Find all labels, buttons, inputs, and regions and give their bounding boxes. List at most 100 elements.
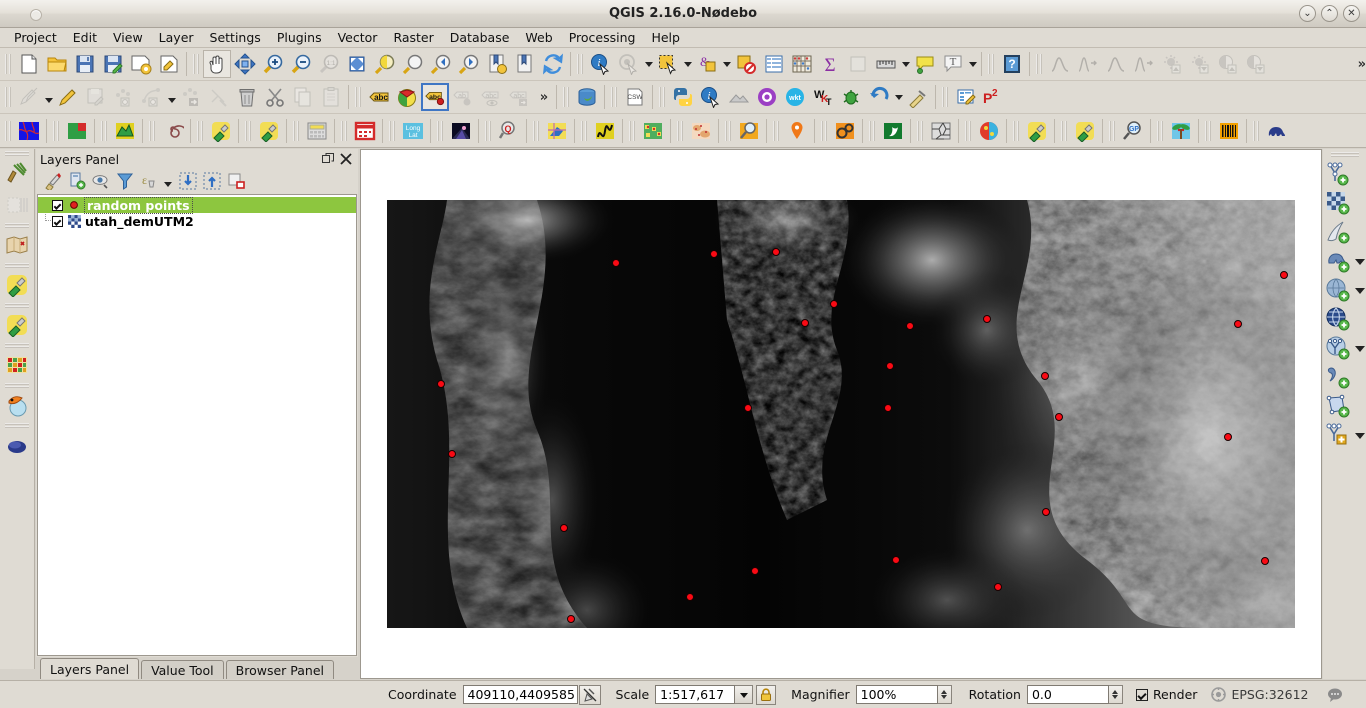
- layer-visibility-checkbox[interactable]: [52, 199, 63, 211]
- map-point-feature[interactable]: [567, 615, 575, 623]
- feature-action-dropdown[interactable]: [643, 51, 654, 77]
- close-icon[interactable]: [340, 153, 352, 165]
- map-point-feature[interactable]: [560, 524, 568, 532]
- menu-raster[interactable]: Raster: [385, 28, 441, 47]
- elephant-plugin-icon[interactable]: [1263, 117, 1291, 145]
- add-wfs-layer-icon[interactable]: [1323, 333, 1366, 362]
- menu-settings[interactable]: Settings: [202, 28, 269, 47]
- scale-dropdown[interactable]: [735, 685, 754, 704]
- dock-grip[interactable]: [1330, 151, 1359, 158]
- tunnel-plugin-icon[interactable]: [447, 117, 475, 145]
- add-vector-layer-icon[interactable]: [1323, 159, 1366, 188]
- toolbar-grip[interactable]: [100, 119, 109, 143]
- zoom-to-selection-icon[interactable]: [371, 50, 399, 78]
- palm-plugin-icon[interactable]: [1167, 117, 1195, 145]
- toolbar-grip[interactable]: [941, 85, 950, 109]
- run-feature-action-icon[interactable]: [615, 50, 643, 78]
- crs-label[interactable]: EPSG:32612: [1231, 687, 1308, 702]
- toolbar-grip[interactable]: [987, 52, 996, 76]
- move-feature-icon[interactable]: [177, 83, 205, 111]
- spatialite-dropdown[interactable]: [1354, 278, 1366, 302]
- plugin-bug-icon[interactable]: [837, 83, 865, 111]
- histogram-stretch-3-icon[interactable]: [1102, 50, 1130, 78]
- map-point-feature[interactable]: [801, 319, 809, 327]
- toolbar-grip[interactable]: [628, 119, 637, 143]
- mesh-plugin-icon[interactable]: [927, 117, 955, 145]
- terrain-points-plugin-icon[interactable]: [687, 117, 715, 145]
- current-edits-icon[interactable]: [15, 83, 43, 111]
- map-point-feature[interactable]: [1280, 271, 1288, 279]
- map-point-feature[interactable]: [437, 380, 445, 388]
- menu-vector[interactable]: Vector: [330, 28, 386, 47]
- toolbar-grip[interactable]: [148, 119, 157, 143]
- coordinate-capture-icon[interactable]: [578, 684, 601, 705]
- postgis-dropdown[interactable]: [1354, 249, 1366, 273]
- toolbox-icon[interactable]: [0, 157, 33, 189]
- toolbar-grip[interactable]: [1035, 52, 1044, 76]
- gps-magnifier-plugin-icon[interactable]: GP: [1119, 117, 1147, 145]
- menu-help[interactable]: Help: [643, 28, 688, 47]
- zoom-full-icon[interactable]: [343, 50, 371, 78]
- open-field-calculator-icon[interactable]: [788, 50, 816, 78]
- expand-all-icon[interactable]: [177, 170, 199, 192]
- map-point-feature[interactable]: [906, 322, 914, 330]
- dock-grip[interactable]: [5, 150, 29, 157]
- toolbar-grip[interactable]: [484, 119, 493, 143]
- long-lat-plugin-icon[interactable]: Long Lat: [399, 117, 427, 145]
- map-point-feature[interactable]: [710, 250, 718, 258]
- add-postgis-layer-icon[interactable]: [1323, 246, 1366, 275]
- toolbar-grip[interactable]: [196, 119, 205, 143]
- undo-dropdown[interactable]: [893, 84, 904, 110]
- toolbar-grip[interactable]: [4, 119, 13, 143]
- toolbar-grip[interactable]: [192, 52, 201, 76]
- show-statistics-icon[interactable]: [844, 50, 872, 78]
- add-spatialite-layer-icon[interactable]: [1323, 275, 1366, 304]
- new-print-composer-icon[interactable]: [127, 50, 155, 78]
- python-console-icon[interactable]: [669, 83, 697, 111]
- toolbar-grip[interactable]: [1204, 119, 1213, 143]
- layer-visibility-checkbox[interactable]: [52, 215, 63, 227]
- move-label-icon[interactable]: abc: [505, 83, 533, 111]
- map-point-feature[interactable]: [884, 404, 892, 412]
- expression-filter-dropdown[interactable]: [162, 171, 175, 191]
- scale-input[interactable]: 1:517,617: [655, 685, 736, 704]
- treasure-map-icon[interactable]: [0, 229, 33, 261]
- search-query-plugin-icon[interactable]: Q: [495, 117, 523, 145]
- settings-gear-icon[interactable]: [753, 83, 781, 111]
- map-point-feature[interactable]: [1041, 372, 1049, 380]
- paste-features-icon[interactable]: [317, 83, 345, 111]
- show-hide-labels-icon[interactable]: abc: [477, 83, 505, 111]
- open-project-icon[interactable]: [43, 50, 71, 78]
- terrain-icon[interactable]: [725, 83, 753, 111]
- toolbar-grip[interactable]: [1252, 119, 1261, 143]
- toolbar-grip[interactable]: [724, 119, 733, 143]
- about-icon[interactable]: i: [697, 83, 725, 111]
- current-edits-dropdown[interactable]: [43, 87, 54, 107]
- toolbar-overflow-button[interactable]: »: [1358, 57, 1366, 72]
- plugin-plug-b-icon[interactable]: [0, 309, 33, 341]
- undo-arrow-icon[interactable]: [865, 83, 893, 111]
- magnifier-plugin-icon[interactable]: [735, 117, 763, 145]
- map-tips-icon[interactable]: [911, 50, 939, 78]
- polygon-plugin-icon[interactable]: [111, 117, 139, 145]
- open-attribute-table-icon[interactable]: [760, 50, 788, 78]
- save-project-icon[interactable]: [71, 50, 99, 78]
- messages-icon[interactable]: [1327, 687, 1343, 703]
- brightness-down-icon[interactable]: [1186, 50, 1214, 78]
- toolbar-grip[interactable]: [4, 52, 13, 76]
- toolbar-grip[interactable]: [580, 119, 589, 143]
- toolbar-grip[interactable]: [1060, 119, 1069, 143]
- histogram-stretch-1-icon[interactable]: [1046, 50, 1074, 78]
- heatmap-plugin-icon[interactable]: [975, 117, 1003, 145]
- river-network-plugin-icon[interactable]: [15, 117, 43, 145]
- zoom-out-icon[interactable]: [287, 50, 315, 78]
- osm-editor-icon[interactable]: [952, 83, 980, 111]
- render-checkbox[interactable]: [1135, 688, 1148, 701]
- filter-legend-icon[interactable]: [114, 170, 136, 192]
- toolbar-grip[interactable]: [610, 85, 619, 109]
- add-wms-layer-icon[interactable]: [1323, 304, 1366, 333]
- label-toolbar-icon[interactable]: abc: [365, 83, 393, 111]
- toolbar-grip[interactable]: [916, 119, 925, 143]
- wfs-dropdown[interactable]: [1354, 336, 1366, 360]
- save-layer-edits-icon[interactable]: [82, 83, 110, 111]
